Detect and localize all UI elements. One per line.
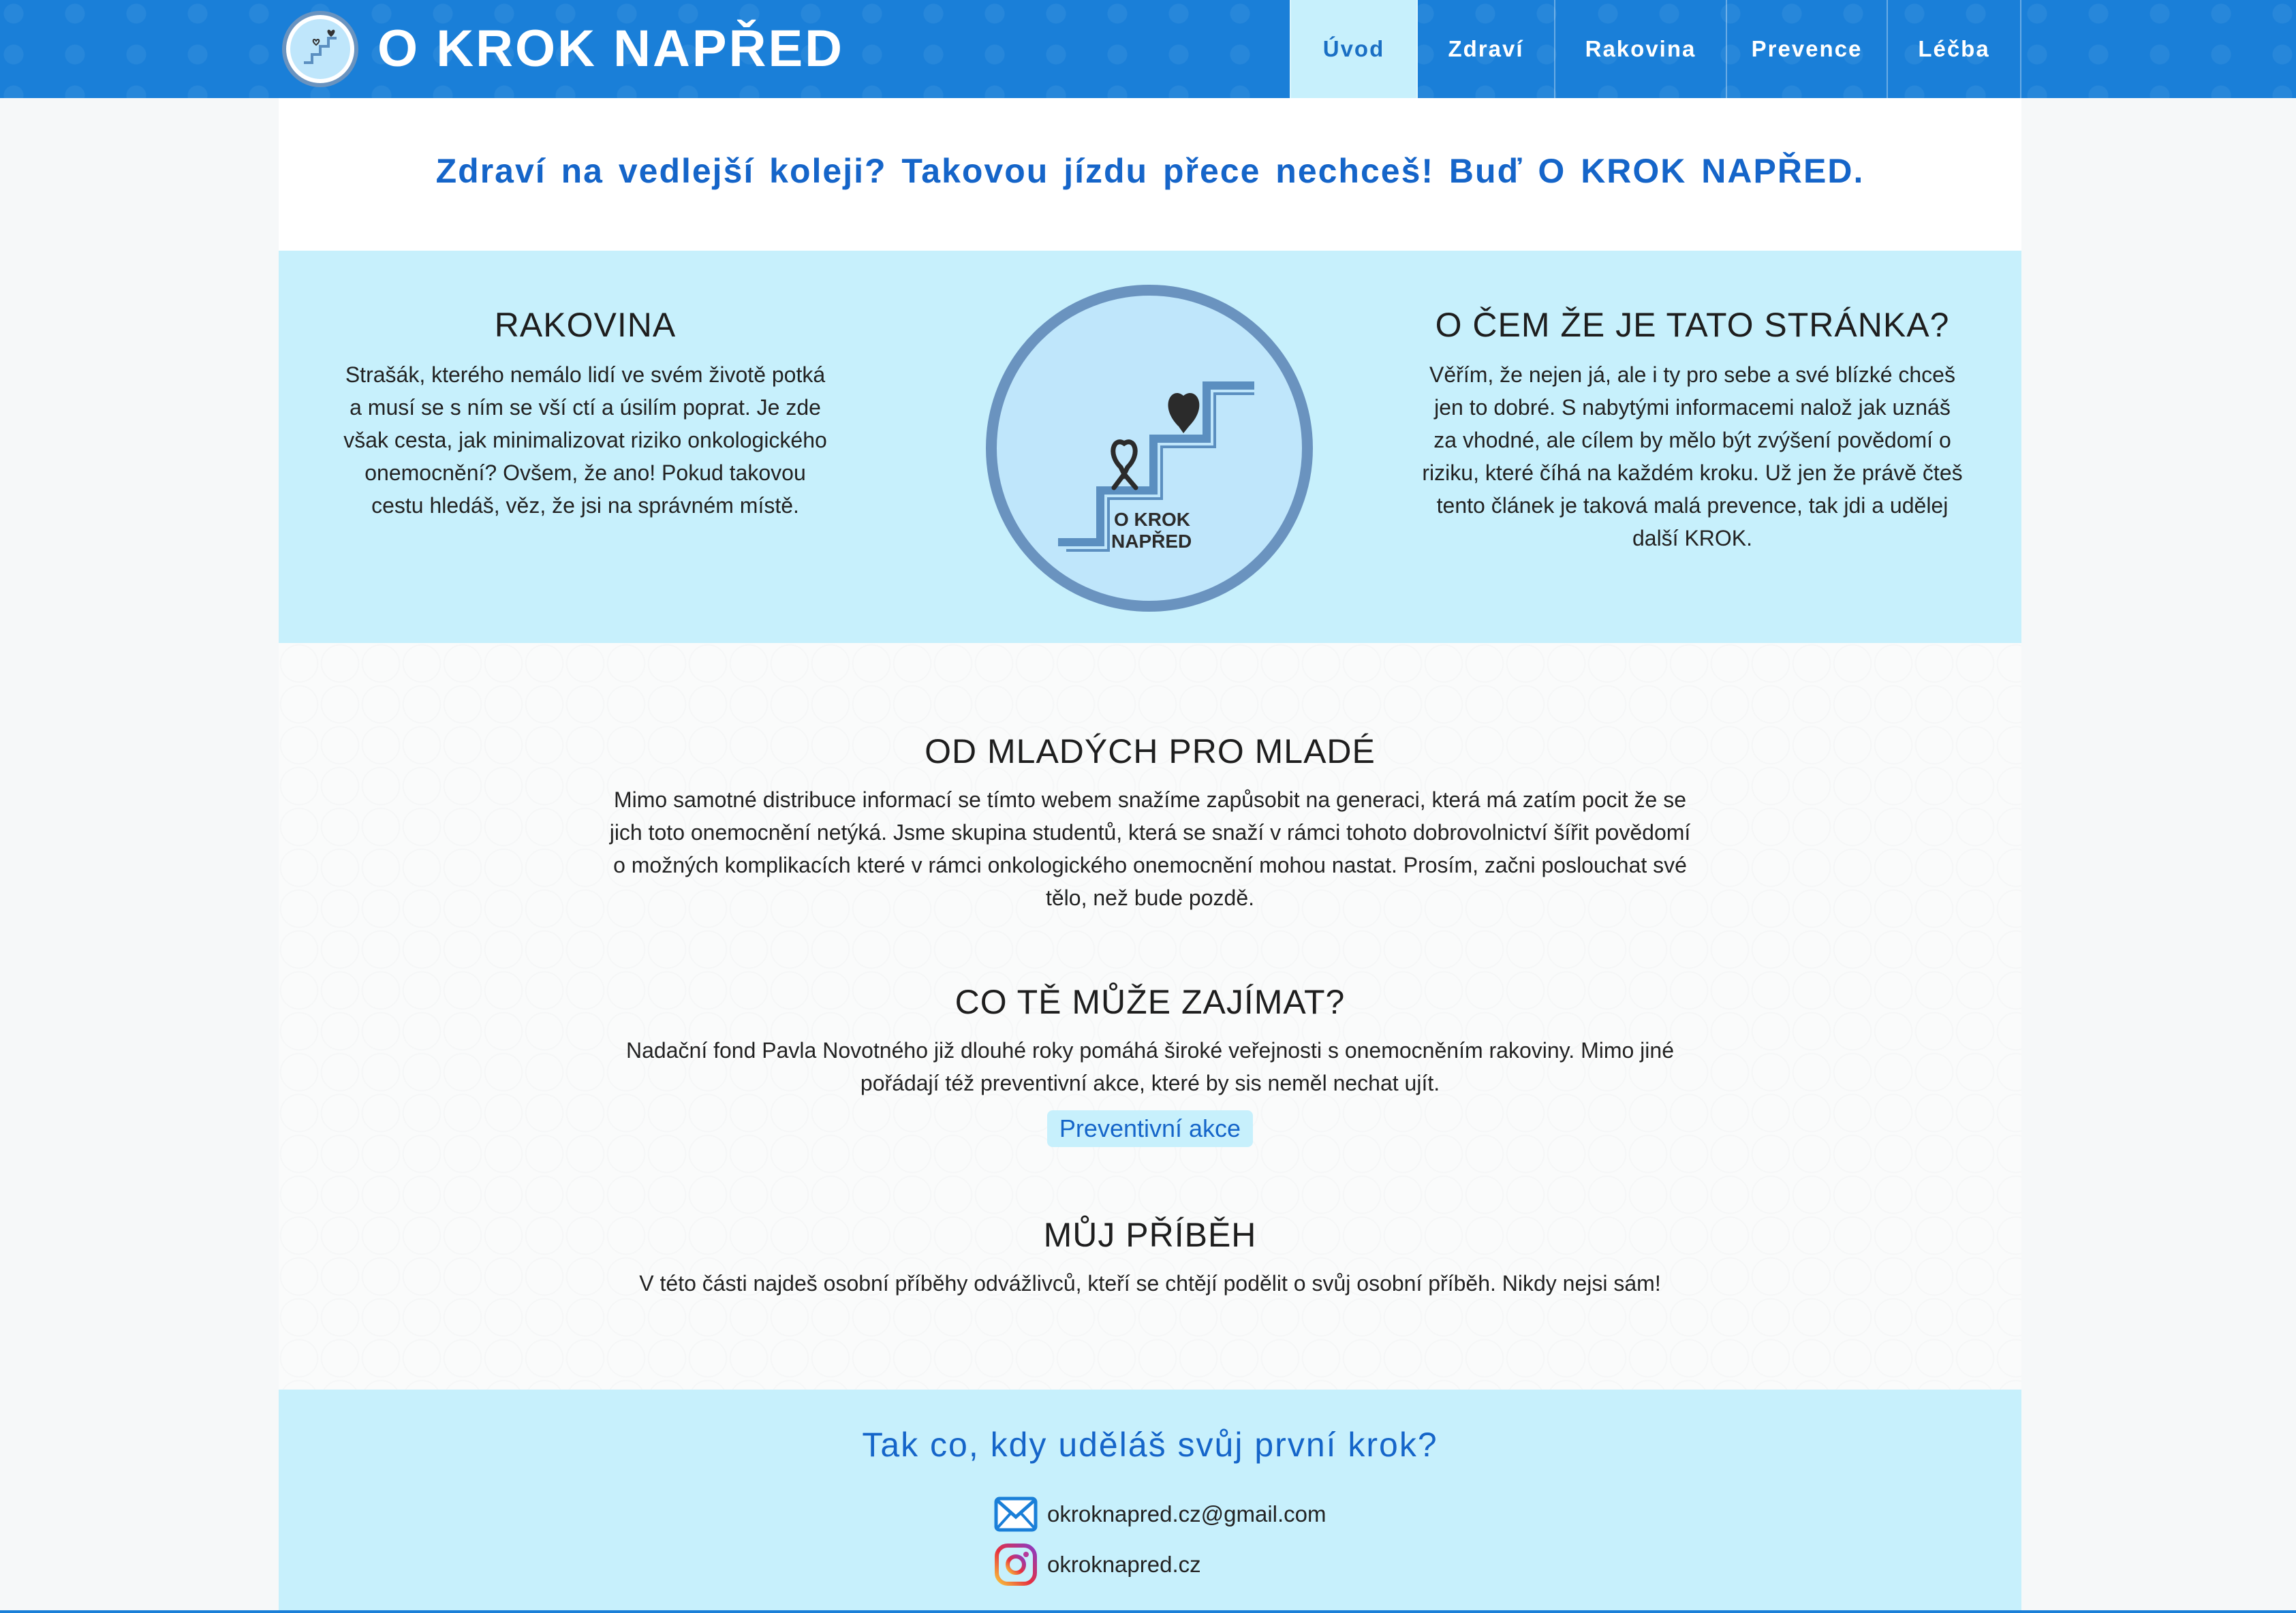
hero-logo-icon: O KROK NAPŘED <box>986 285 1313 612</box>
story-block: MŮJ PŘÍBĚH V této části najdeš osobní př… <box>279 1215 2021 1300</box>
hero-right-text: Věřím, že nejen já, ale i ty pro sebe a … <box>1422 362 1963 550</box>
instagram-contact[interactable]: okroknapred.cz <box>994 1542 1201 1587</box>
story-text: V této části najdeš osobní příběhy odváž… <box>639 1271 1661 1296</box>
footer: Tak co, kdy uděláš svůj první krok? okro… <box>279 1390 2021 1613</box>
hero-right-block: O ČEM ŽE JE TATO STRÁNKA? Věřím, že neje… <box>1420 305 1965 554</box>
envelope-icon <box>994 1497 1038 1532</box>
preventive-actions-button[interactable]: Preventivní akce <box>1046 1110 1254 1147</box>
interest-title: CO TĚ MŮŽE ZAJÍMAT? <box>955 983 1346 1021</box>
brand-link[interactable]: O KROK NAPŘED <box>282 11 844 87</box>
bottom-border <box>0 1610 2296 1613</box>
nav-zdravi[interactable]: Zdraví <box>1418 0 1555 98</box>
footer-title: Tak co, kdy uděláš svůj první krok? <box>862 1426 1438 1464</box>
nav-rakovina[interactable]: Rakovina <box>1555 0 1727 98</box>
site-logo-icon <box>282 11 358 87</box>
hero-right-title: O ČEM ŽE JE TATO STRÁNKA? <box>1435 306 1950 344</box>
top-navbar: O KROK NAPŘED Úvod Zdraví Rakovina Preve… <box>0 0 2296 98</box>
young-text: Mimo samotné distribuce informací se tím… <box>609 787 1691 910</box>
interest-block: CO TĚ MŮŽE ZAJÍMAT? Nadační fond Pavla N… <box>279 982 2021 1147</box>
nav-lecba[interactable]: Léčba <box>1888 0 2021 98</box>
interest-text: Nadační fond Pavla Novotného již dlouhé … <box>626 1038 1674 1095</box>
hero-logo-text-2: NAPŘED <box>1111 531 1192 552</box>
brand-name: O KROK NAPŘED <box>377 20 845 78</box>
nav-prevence[interactable]: Prevence <box>1727 0 1888 98</box>
hero-left-text: Strašák, kterého nemálo lidí ve svém živ… <box>343 362 827 518</box>
hero-left-title: RAKOVINA <box>494 306 677 344</box>
tagline: Zdraví na vedlejší koleji? Takovou jízdu… <box>435 152 1865 190</box>
hero-logo-text-1: O KROK <box>1114 509 1190 530</box>
instagram-text[interactable]: okroknapred.cz <box>1047 1552 1201 1578</box>
email-contact[interactable]: okroknapred.cz@gmail.com <box>994 1492 1327 1537</box>
story-title: MŮJ PŘÍBĚH <box>1043 1216 1257 1254</box>
nav-uvod[interactable]: Úvod <box>1290 0 1418 98</box>
young-block: OD MLADÝCH PRO MLADÉ Mimo samotné distri… <box>279 732 2021 914</box>
email-text[interactable]: okroknapred.cz@gmail.com <box>1047 1501 1327 1527</box>
hero-left-block: RAKOVINA Strašák, kterého nemálo lidí ve… <box>340 305 831 522</box>
instagram-icon <box>995 1544 1037 1586</box>
young-title: OD MLADÝCH PRO MLADÉ <box>925 732 1376 770</box>
content-section: OD MLADÝCH PRO MLADÉ Mimo samotné distri… <box>279 643 2021 1390</box>
main-nav: Úvod Zdraví Rakovina Prevence Léčba <box>1290 0 2021 98</box>
tagline-band: Zdraví na vedlejší koleji? Takovou jízdu… <box>279 98 2021 251</box>
hero-section: RAKOVINA Strašák, kterého nemálo lidí ve… <box>279 251 2021 643</box>
